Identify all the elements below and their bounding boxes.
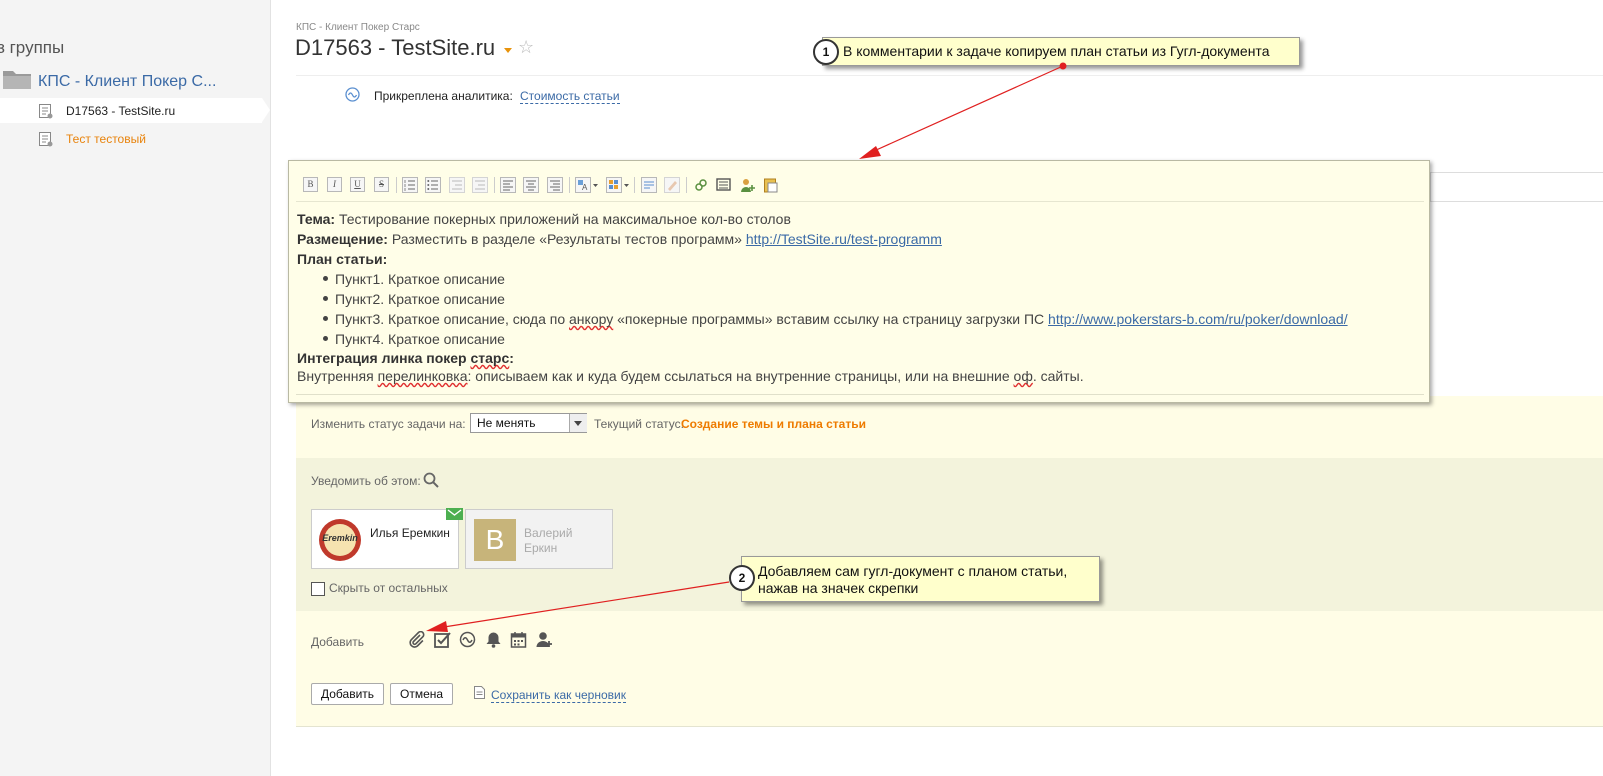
bullet-icon xyxy=(323,336,328,341)
list-item: Пункт2. Краткое описание xyxy=(335,291,505,307)
annotation-callout: Добавляем сам гугл-документ с планом ста… xyxy=(741,556,1100,602)
paste-icon[interactable] xyxy=(763,177,779,193)
analytics-icon xyxy=(345,87,360,102)
star-icon[interactable]: ☆ xyxy=(518,37,534,58)
underline-button[interactable]: U xyxy=(350,177,365,192)
divider xyxy=(296,201,1424,202)
bullet-icon xyxy=(323,276,328,281)
calendar-icon[interactable] xyxy=(510,631,527,648)
sidebar-group-link[interactable]: КПС - Клиент Покер С... xyxy=(38,73,216,91)
current-status-value: Создание темы и плана статьи xyxy=(681,417,866,431)
draft-document-icon xyxy=(474,686,485,699)
task-document-icon xyxy=(39,132,53,147)
mail-icon xyxy=(446,508,463,520)
numbered-list-icon[interactable] xyxy=(402,177,418,193)
sidebar-item-label[interactable]: D17563 - TestSite.ru xyxy=(66,104,175,118)
analytics-icon[interactable] xyxy=(459,631,476,648)
bullet-icon xyxy=(323,296,328,301)
status-change-label: Изменить статус задачи на: xyxy=(311,417,466,431)
search-icon[interactable] xyxy=(423,472,439,488)
analytics-label: Прикреплена аналитика: xyxy=(374,89,513,103)
avatar: Eremkin xyxy=(319,519,361,561)
toolbar-separator xyxy=(569,177,570,193)
align-center-icon[interactable] xyxy=(523,177,539,193)
bell-icon[interactable] xyxy=(485,631,502,648)
cancel-button[interactable]: Отмена xyxy=(390,683,454,705)
italic-button[interactable]: I xyxy=(327,177,342,192)
link-icon[interactable] xyxy=(693,177,709,193)
table-icon[interactable] xyxy=(606,177,630,193)
add-user-icon[interactable] xyxy=(536,631,553,648)
task-checkbox-icon[interactable] xyxy=(434,631,451,648)
divider xyxy=(296,75,1603,76)
form-input-edge xyxy=(1430,172,1603,202)
hide-from-others-checkbox[interactable] xyxy=(311,582,325,596)
toolbar-separator xyxy=(634,177,635,193)
clear-format-icon[interactable] xyxy=(664,177,680,193)
avatar: В xyxy=(474,519,516,561)
task-document-icon xyxy=(39,104,53,119)
svg-text:A: A xyxy=(582,183,588,192)
download-link[interactable]: http://www.pokerstars-b.com/ru/poker/dow… xyxy=(1048,311,1348,327)
divider xyxy=(296,726,1603,727)
align-left-icon[interactable] xyxy=(500,177,516,193)
toolbar-separator xyxy=(494,177,495,193)
toolbar-separator xyxy=(686,177,687,193)
current-status-label: Текущий статус: xyxy=(594,417,684,431)
internal-linking-line: Внутренняя перелинковка: описываем как и… xyxy=(297,368,1084,384)
indent-icon[interactable] xyxy=(472,177,488,193)
breadcrumb[interactable]: КПС - Клиент Покер Старс xyxy=(296,22,420,33)
sidebar-item-label[interactable]: Тест тестовый xyxy=(66,132,146,146)
integration-heading: Интеграция линка покер старс: xyxy=(297,350,514,366)
hide-from-others-label[interactable]: Скрыть от остальных xyxy=(329,581,448,595)
notify-label: Уведомить об этом: xyxy=(311,474,421,488)
chevron-down-icon[interactable] xyxy=(569,414,587,432)
plan-heading: План статьи: xyxy=(297,251,388,267)
divider xyxy=(296,394,1424,395)
placement-link[interactable]: http://TestSite.ru/test-programm xyxy=(746,231,942,247)
outdent-icon[interactable] xyxy=(449,177,465,193)
toolbar-separator xyxy=(396,177,397,193)
add-label: Добавить xyxy=(311,635,365,649)
align-right-icon[interactable] xyxy=(547,177,563,193)
save-draft-link[interactable]: Сохранить как черновик xyxy=(491,688,626,703)
annotation-number: 1 xyxy=(813,39,839,65)
arrow-line-1 xyxy=(873,65,1064,152)
strikethrough-button[interactable]: S xyxy=(374,177,389,192)
bullet-list-icon[interactable] xyxy=(425,177,441,193)
topic-line: Тема: Тестирование покерных приложений н… xyxy=(297,211,791,227)
annotation-callout: В комментарии к задаче копируем план ста… xyxy=(822,37,1300,66)
list-item: Пункт3. Краткое описание, сюда по анкору… xyxy=(335,311,1348,327)
bold-button[interactable]: B xyxy=(303,177,318,192)
user-mention-icon[interactable] xyxy=(740,177,756,193)
list-item: Пункт4. Краткое описание xyxy=(335,331,505,347)
annotation-number: 2 xyxy=(729,565,755,591)
sidebar-heading: ез группы xyxy=(0,38,65,57)
paperclip-icon[interactable] xyxy=(408,631,425,648)
placement-line: Размещение: Разместить в разделе «Резуль… xyxy=(297,231,942,247)
user-name: Валерий Еркин xyxy=(524,526,573,555)
image-icon[interactable] xyxy=(716,177,732,193)
chevron-down-icon[interactable] xyxy=(504,48,512,53)
page-title: D17563 - TestSite.ru xyxy=(295,35,496,60)
font-color-icon[interactable]: A xyxy=(575,177,599,193)
list-item: Пункт1. Краткое описание xyxy=(335,271,505,287)
arrowhead-1 xyxy=(859,146,881,159)
avatar-logo-text: Eremkin xyxy=(322,533,358,543)
user-name: Илья Еремкин xyxy=(370,526,450,540)
folder-icon xyxy=(3,71,31,89)
add-button[interactable]: Добавить xyxy=(311,683,385,705)
bullet-icon xyxy=(323,316,328,321)
quote-icon[interactable] xyxy=(641,177,657,193)
analytics-link[interactable]: Стоимость статьи xyxy=(520,89,620,104)
